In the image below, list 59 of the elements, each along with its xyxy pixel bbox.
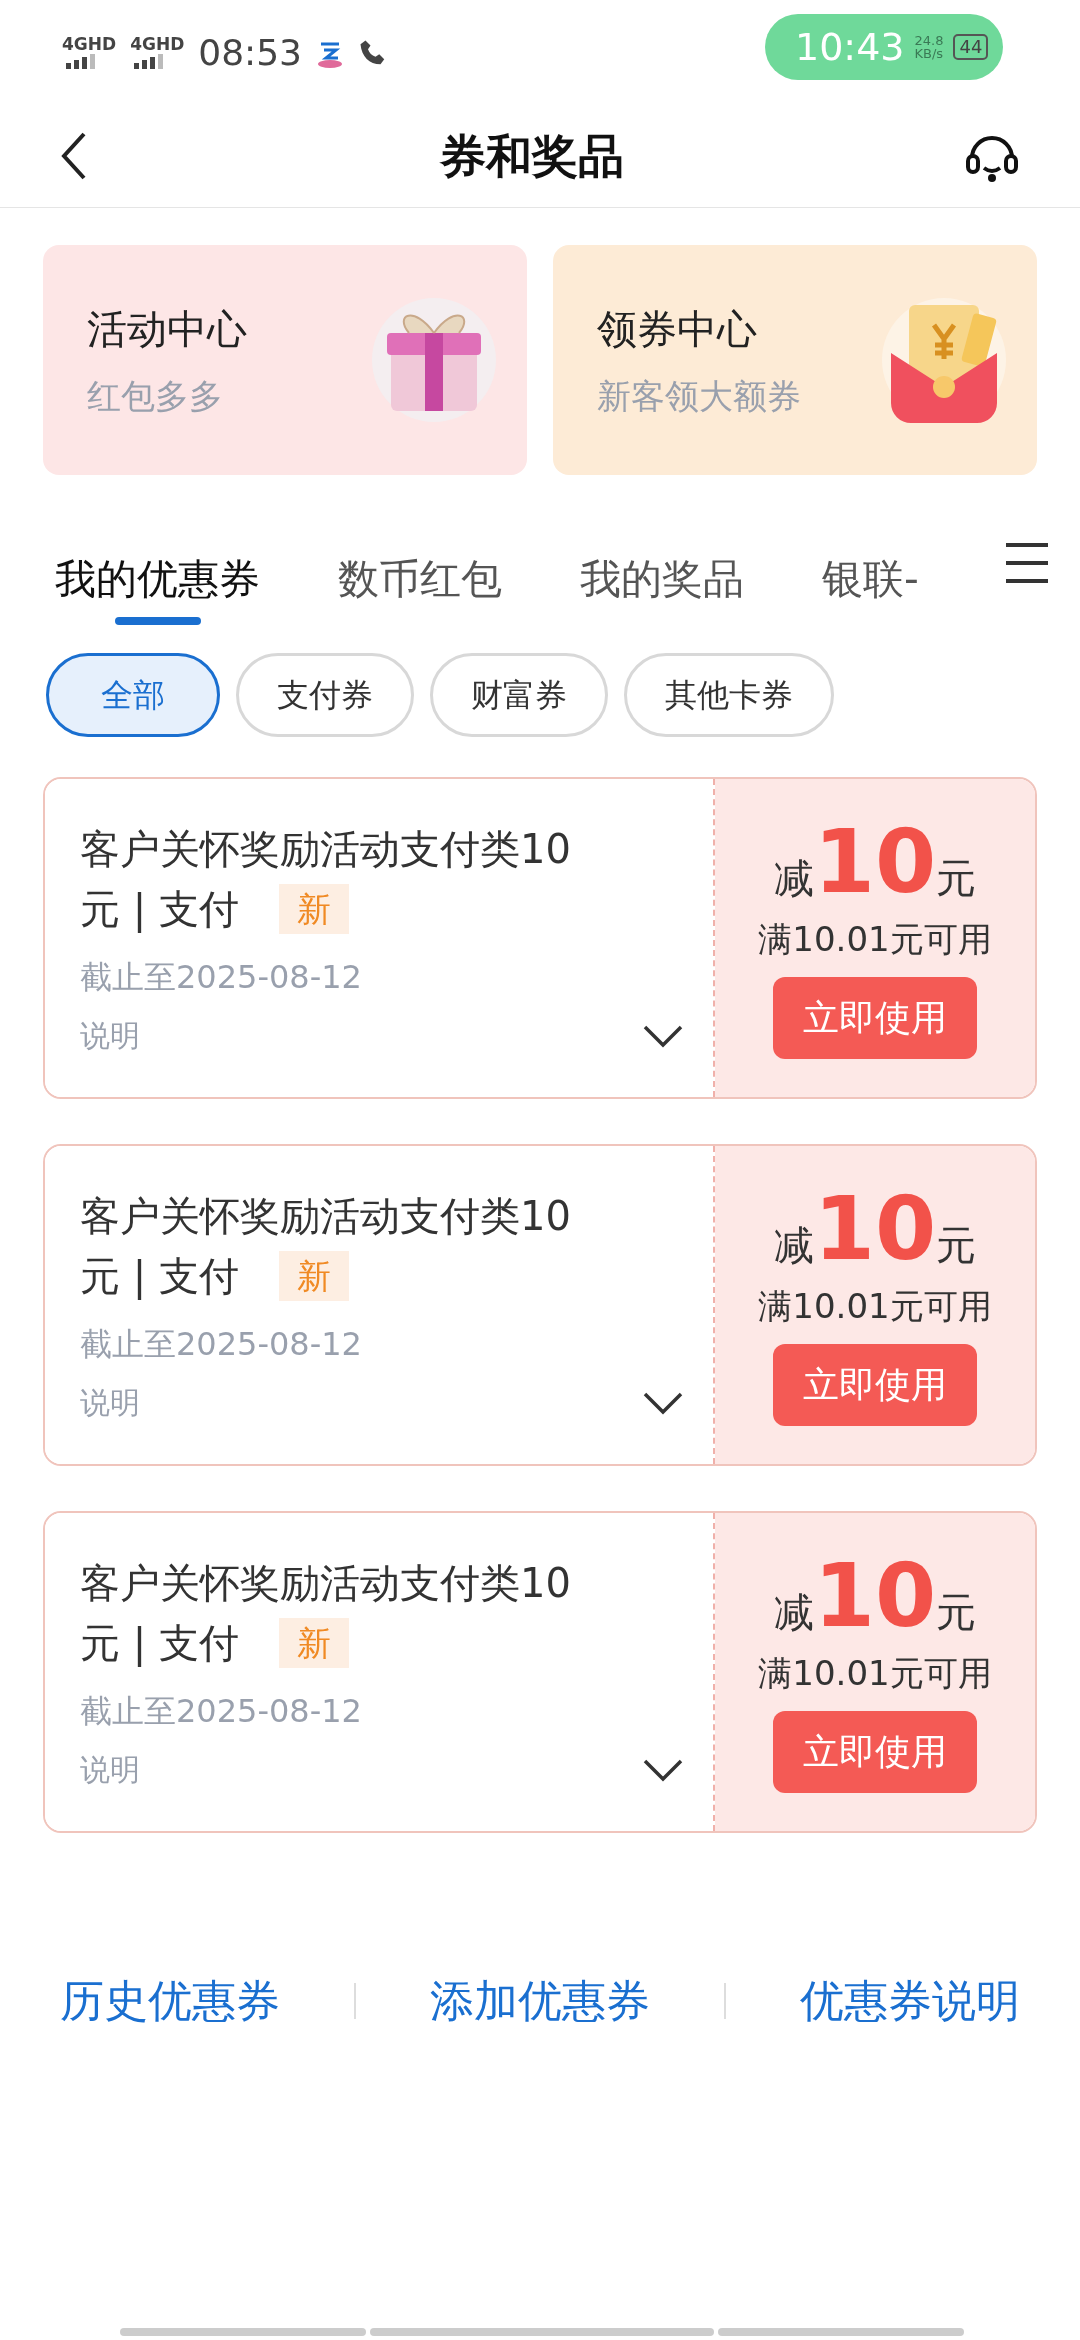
tab[interactable]: 我的优惠券 xyxy=(55,535,260,625)
discount-amount: 10 xyxy=(813,1184,937,1273)
coupon-title: 元 | 支付 xyxy=(80,1619,239,1669)
usage-condition: 满10.01元可用 xyxy=(758,1651,992,1695)
footer-link[interactable]: 添加优惠券 xyxy=(430,1968,650,2034)
discount-amount: 10 xyxy=(813,817,937,906)
tab[interactable]: 我的奖品 xyxy=(580,535,744,625)
footer-link[interactable]: 优惠券说明 xyxy=(800,1968,1020,2034)
chevron-down-icon[interactable] xyxy=(643,1757,683,1782)
page-title: 券和奖品 xyxy=(440,127,624,185)
envelope-icon xyxy=(879,295,1009,425)
details-label: 说明 xyxy=(80,1017,140,1055)
network-label: 4GHD xyxy=(62,36,117,53)
filter-chip[interactable]: 其他卡券 xyxy=(624,653,834,737)
usage-condition: 满10.01元可用 xyxy=(758,1284,992,1328)
network-label: 4GHD xyxy=(130,36,185,53)
card-subtitle: 红包多多 xyxy=(87,374,224,418)
coupon-title: 元 | 支付 xyxy=(80,885,239,935)
coupon-title: 客户关怀奖励活动支付类10 xyxy=(80,825,571,874)
battery-level: 44 xyxy=(953,33,989,61)
details-label: 说明 xyxy=(80,1751,140,1789)
promo-card[interactable]: 领券中心 新客领大额券 xyxy=(553,245,1037,475)
chevron-down-icon[interactable] xyxy=(643,1023,683,1048)
call-duration: 10:43 xyxy=(795,28,905,66)
card-subtitle: 新客领大额券 xyxy=(597,374,801,418)
currency-unit: 元 xyxy=(936,1224,977,1265)
coupon-title: 客户关怀奖励活动支付类10 xyxy=(80,1559,571,1608)
tab[interactable]: 数币红包 xyxy=(338,535,502,625)
coupon-title: 元 | 支付 xyxy=(80,1252,239,1302)
currency-unit: 元 xyxy=(936,857,977,898)
discount-prefix: 减 xyxy=(773,1591,814,1632)
chevron-down-icon[interactable] xyxy=(643,1390,683,1415)
filter-chip[interactable]: 支付券 xyxy=(236,653,414,737)
promo-card[interactable]: 活动中心 红包多多 xyxy=(43,245,527,475)
filter-chip[interactable]: 财富券 xyxy=(430,653,608,737)
clock-time: 08:53 xyxy=(198,30,302,75)
gift-icon xyxy=(369,295,499,425)
new-badge: 新 xyxy=(278,1618,349,1668)
back-icon xyxy=(60,131,88,181)
usage-condition: 满10.01元可用 xyxy=(758,917,992,961)
expiry-date: 截止至2025-08-12 xyxy=(80,957,363,998)
discount-prefix: 减 xyxy=(773,1224,814,1265)
discount-amount: 10 xyxy=(813,1551,937,1640)
network-speed: 24.8 xyxy=(914,34,944,47)
new-badge: 新 xyxy=(278,1251,349,1301)
speed-unit: KB/s xyxy=(914,47,944,60)
footer-link[interactable]: 历史优惠券 xyxy=(60,1968,280,2034)
menu-icon xyxy=(1004,541,1050,585)
coupon-title: 客户关怀奖励活动支付类10 xyxy=(80,1192,571,1241)
card-title: 活动中心 xyxy=(87,304,247,354)
expiry-date: 截止至2025-08-12 xyxy=(80,1324,363,1365)
expiry-date: 截止至2025-08-12 xyxy=(80,1691,363,1732)
currency-unit: 元 xyxy=(936,1591,977,1632)
filter-chip[interactable]: 全部 xyxy=(46,653,220,737)
tab[interactable]: 银联- xyxy=(822,535,919,625)
card-title: 领券中心 xyxy=(597,304,758,354)
details-label: 说明 xyxy=(80,1384,140,1422)
new-badge: 新 xyxy=(278,884,349,934)
discount-prefix: 减 xyxy=(773,857,814,898)
